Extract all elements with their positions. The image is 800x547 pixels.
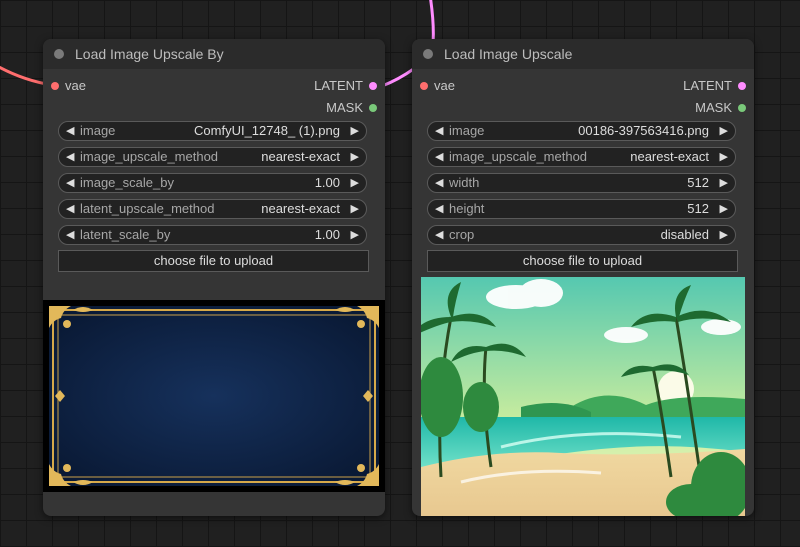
decrement-arrow-icon[interactable]: ◀ <box>66 175 74 191</box>
output-slot-latent[interactable]: LATENT <box>314 78 377 94</box>
increment-arrow-icon[interactable]: ▶ <box>351 201 359 217</box>
collapse-dot-icon[interactable] <box>54 49 64 59</box>
output-slot-label: LATENT <box>683 78 732 93</box>
mask-slot-dot-icon[interactable] <box>738 104 746 112</box>
increment-arrow-icon[interactable]: ▶ <box>351 149 359 165</box>
input-slot-vae[interactable]: vae <box>420 78 455 94</box>
decrement-arrow-icon[interactable]: ◀ <box>66 201 74 217</box>
widget-value[interactable]: disabled <box>661 227 709 243</box>
widget-label: crop <box>449 227 475 242</box>
decrement-arrow-icon[interactable]: ◀ <box>435 149 443 165</box>
output-slot-mask[interactable]: MASK <box>695 100 746 116</box>
widget-value[interactable]: 00186-397563416.png <box>578 123 709 139</box>
input-slot-label: vae <box>434 78 455 93</box>
decrement-arrow-icon[interactable]: ◀ <box>66 149 74 165</box>
widget-image-upscale-method[interactable]: ◀ image_upscale_method nearest-exact ▶ <box>427 147 736 167</box>
widget-image-upscale-method[interactable]: ◀ image_upscale_method nearest-exact ▶ <box>58 147 367 167</box>
widget-latent-upscale-method[interactable]: ◀ latent_upscale_method nearest-exact ▶ <box>58 199 367 219</box>
widget-label: image <box>80 123 116 138</box>
decrement-arrow-icon[interactable]: ◀ <box>435 227 443 243</box>
increment-arrow-icon[interactable]: ▶ <box>720 201 728 217</box>
input-slot-label: vae <box>65 78 86 93</box>
node-load-image-upscale-by[interactable]: Load Image Upscale By vae LATENT MASK ◀ … <box>43 39 385 516</box>
vae-slot-dot-icon[interactable] <box>420 82 428 90</box>
decrement-arrow-icon[interactable]: ◀ <box>66 123 74 139</box>
increment-arrow-icon[interactable]: ▶ <box>351 175 359 191</box>
decrement-arrow-icon[interactable]: ◀ <box>435 123 443 139</box>
widget-value[interactable]: ComfyUI_12748_ (1).png <box>194 123 340 139</box>
node-load-image-upscale[interactable]: Load Image Upscale vae LATENT MASK ◀ ima… <box>412 39 754 516</box>
ornate-gold-frame-image <box>49 306 379 486</box>
widget-label: width <box>449 175 480 190</box>
decrement-arrow-icon[interactable]: ◀ <box>435 201 443 217</box>
widget-value[interactable]: nearest-exact <box>261 201 340 217</box>
increment-arrow-icon[interactable]: ▶ <box>351 227 359 243</box>
node-title: Load Image Upscale <box>444 46 573 62</box>
decrement-arrow-icon[interactable]: ◀ <box>435 175 443 191</box>
widget-image[interactable]: ◀ image 00186-397563416.png ▶ <box>427 121 736 141</box>
increment-arrow-icon[interactable]: ▶ <box>720 175 728 191</box>
increment-arrow-icon[interactable]: ▶ <box>720 149 728 165</box>
collapse-dot-icon[interactable] <box>423 49 433 59</box>
latent-slot-dot-icon[interactable] <box>738 82 746 90</box>
widget-label: image_scale_by <box>80 175 174 190</box>
widget-latent-scale-by[interactable]: ◀ latent_scale_by 1.00 ▶ <box>58 225 367 245</box>
increment-arrow-icon[interactable]: ▶ <box>351 123 359 139</box>
widget-height[interactable]: ◀ height 512 ▶ <box>427 199 736 219</box>
widget-image-scale-by[interactable]: ◀ image_scale_by 1.00 ▶ <box>58 173 367 193</box>
node-title-bar[interactable]: Load Image Upscale <box>412 39 754 69</box>
output-slot-label: MASK <box>695 100 732 115</box>
widget-label: image <box>449 123 485 138</box>
widget-value[interactable]: nearest-exact <box>630 149 709 165</box>
output-slot-label: LATENT <box>314 78 363 93</box>
output-slot-latent[interactable]: LATENT <box>683 78 746 94</box>
image-preview <box>421 277 745 516</box>
widget-label: image_upscale_method <box>449 149 588 164</box>
widget-width[interactable]: ◀ width 512 ▶ <box>427 173 736 193</box>
increment-arrow-icon[interactable]: ▶ <box>720 123 728 139</box>
latent-link <box>381 66 416 88</box>
vae-slot-dot-icon[interactable] <box>51 82 59 90</box>
output-slot-mask[interactable]: MASK <box>326 100 377 116</box>
widget-label: image_upscale_method <box>80 149 219 164</box>
widget-value[interactable]: 1.00 <box>315 227 340 243</box>
input-slot-vae[interactable]: vae <box>51 78 86 94</box>
mask-slot-dot-icon[interactable] <box>369 104 377 112</box>
increment-arrow-icon[interactable]: ▶ <box>720 227 728 243</box>
widget-value[interactable]: 512 <box>687 201 709 217</box>
widget-value[interactable]: 512 <box>687 175 709 191</box>
output-slot-label: MASK <box>326 100 363 115</box>
node-title-bar[interactable]: Load Image Upscale By <box>43 39 385 69</box>
latent-slot-dot-icon[interactable] <box>369 82 377 90</box>
widget-image[interactable]: ◀ image ComfyUI_12748_ (1).png ▶ <box>58 121 367 141</box>
image-preview <box>43 300 385 492</box>
widget-label: latent_scale_by <box>80 227 171 242</box>
widget-value[interactable]: nearest-exact <box>261 149 340 165</box>
decrement-arrow-icon[interactable]: ◀ <box>66 227 74 243</box>
widget-label: latent_upscale_method <box>80 201 215 216</box>
widget-crop[interactable]: ◀ crop disabled ▶ <box>427 225 736 245</box>
choose-file-button[interactable]: choose file to upload <box>58 250 369 272</box>
widget-value[interactable]: 1.00 <box>315 175 340 191</box>
choose-file-button[interactable]: choose file to upload <box>427 250 738 272</box>
node-title: Load Image Upscale By <box>75 46 224 62</box>
widget-label: height <box>449 201 485 216</box>
tropical-beach-image <box>421 277 745 516</box>
